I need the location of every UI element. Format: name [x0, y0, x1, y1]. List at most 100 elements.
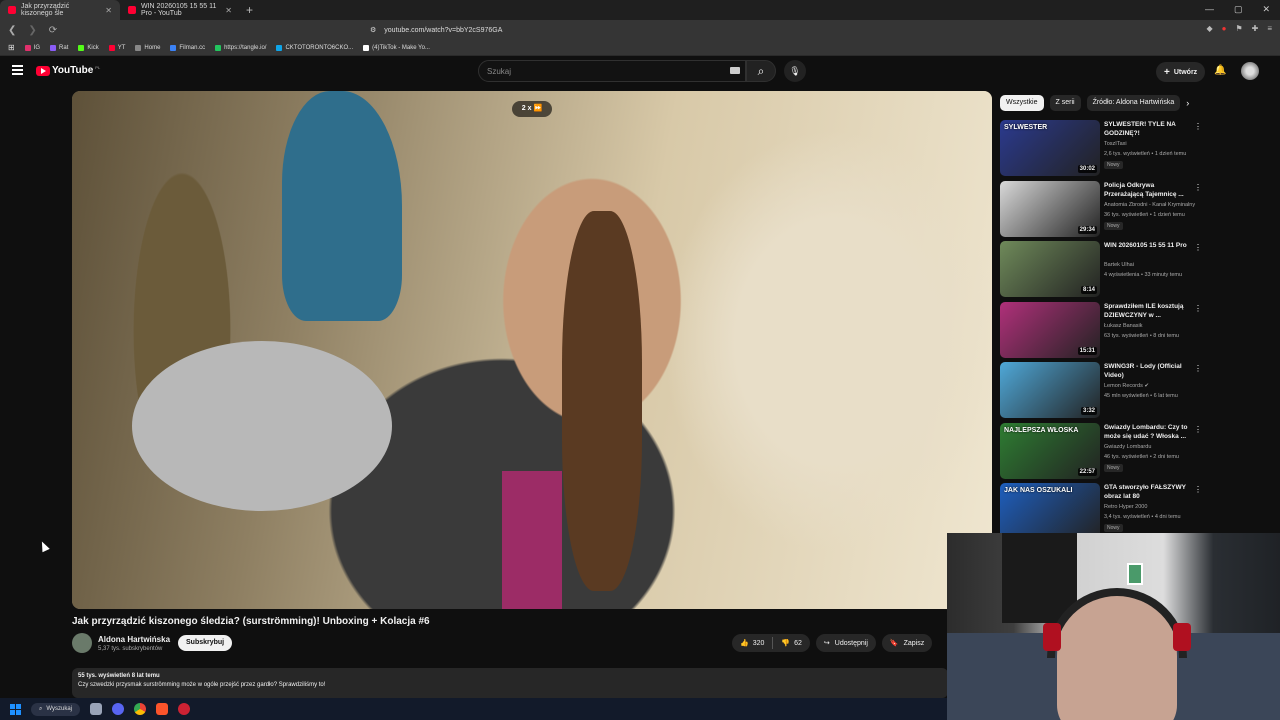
- browser-tab-active[interactable]: Jak przyrządzić kiszonego śle ✕: [0, 0, 120, 20]
- bookmark-item[interactable]: https://tangle.io/: [215, 44, 266, 51]
- close-tab-icon[interactable]: ✕: [105, 6, 112, 15]
- more-options-icon[interactable]: ⋮: [1194, 425, 1202, 434]
- url-field[interactable]: ⚙ youtube.com/watch?v=bbY2cS976GA: [370, 23, 910, 37]
- task-view-icon[interactable]: [90, 703, 102, 715]
- bookmark-item[interactable]: IG: [24, 44, 40, 51]
- apps-grid-icon[interactable]: ⊞: [8, 43, 15, 52]
- save-button[interactable]: 🔖 Zapisz: [881, 634, 933, 652]
- notifications-bell-icon[interactable]: 🔔: [1214, 65, 1226, 76]
- channel-avatar[interactable]: [72, 633, 92, 653]
- recommendation-channel[interactable]: Bartek Ulhai: [1104, 262, 1200, 268]
- more-options-icon[interactable]: ⋮: [1194, 364, 1202, 373]
- discord-icon[interactable]: [112, 703, 124, 715]
- tab-label: Jak przyrządzić kiszonego śle: [21, 3, 70, 17]
- video-player[interactable]: 2 x ⏩: [72, 91, 992, 609]
- account-avatar[interactable]: [1241, 62, 1259, 80]
- recommendation-title[interactable]: WIN 20260105 15 55 11 Pro: [1104, 241, 1192, 250]
- recommendation-item[interactable]: 29:34 Policja Odkrywa Przerażającą Tajem…: [1000, 180, 1205, 238]
- bookmark-item[interactable]: Filman.cc: [170, 44, 205, 51]
- recommendation-thumbnail[interactable]: 15:31: [1000, 301, 1100, 358]
- back-icon[interactable]: ❮: [8, 25, 16, 36]
- recommendation-title[interactable]: GTA stworzyło FAŁSZYWY obraz lat 80: [1104, 483, 1192, 501]
- chrome-icon[interactable]: [134, 703, 146, 715]
- browser-tab[interactable]: WIN 20260105 15 55 11 Pro - YouTub ✕: [120, 0, 240, 20]
- reload-icon[interactable]: ⟳: [49, 25, 57, 36]
- recommendation-thumbnail[interactable]: 29:34: [1000, 180, 1100, 237]
- chip-all[interactable]: Wszystkie: [1000, 95, 1044, 111]
- extension-icon[interactable]: ◆: [1206, 24, 1212, 33]
- recommendation-title[interactable]: Policja Odkrywa Przerażającą Tajemnicę .…: [1104, 181, 1192, 199]
- chip-series[interactable]: Z serii: [1049, 95, 1081, 111]
- youtube-play-icon: [36, 65, 50, 76]
- search-input[interactable]: Szukaj: [478, 60, 746, 82]
- bookmark-item[interactable]: Home: [135, 44, 160, 51]
- minimize-icon[interactable]: —: [1205, 4, 1214, 15]
- recommendation-thumbnail[interactable]: 8:14: [1000, 241, 1100, 297]
- bookmark-item[interactable]: Kick: [78, 44, 99, 51]
- recommendation-item[interactable]: 3:32 SWING3R - Lody (Official Video) Lem…: [1000, 362, 1205, 419]
- create-label: Utwórz: [1173, 68, 1198, 76]
- more-options-icon[interactable]: ⋮: [1194, 243, 1202, 252]
- recommendation-title[interactable]: SWING3R - Lody (Official Video): [1104, 362, 1192, 380]
- description-box[interactable]: 55 tys. wyświetleń 8 lat temu Czy szwedz…: [72, 668, 948, 698]
- recommendation-item[interactable]: NAJLEPSZA WŁOSKA 22:57 Gwiazdy Lombardu:…: [1000, 422, 1205, 480]
- more-options-icon[interactable]: ⋮: [1194, 304, 1202, 313]
- recommendation-item[interactable]: 8:14 WIN 20260105 15 55 11 Pro Bartek Ul…: [1000, 241, 1205, 298]
- recommendation-item[interactable]: SYLWESTER 30:02 SYLWESTER! TYLE NA GODZI…: [1000, 120, 1205, 177]
- taskbar-search[interactable]: ⌕ Wyszukaj: [31, 702, 80, 716]
- hamburger-menu-icon[interactable]: [12, 65, 23, 75]
- search-icon: ⌕: [39, 705, 43, 712]
- menu-icon[interactable]: ≡: [1267, 24, 1272, 33]
- forward-icon[interactable]: ❯: [28, 25, 36, 36]
- recommendation-item[interactable]: 15:31 Sprawdziłem ILE kosztują DZIEWCZYN…: [1000, 301, 1205, 359]
- recommendation-channel[interactable]: Anatomia Zbrodni - Kanał Kryminalny: [1104, 202, 1200, 208]
- recommendation-thumbnail[interactable]: 3:32: [1000, 362, 1100, 418]
- bookmark-item[interactable]: (4)TikTok - Make Yo...: [363, 44, 430, 51]
- recommendation-channel[interactable]: Retro Hyper 2000: [1104, 504, 1200, 510]
- share-button[interactable]: ↪ Udostępnij: [815, 634, 876, 652]
- recommendation-title[interactable]: Sprawdziłem ILE kosztują DZIEWCZYNY w ..…: [1104, 302, 1192, 320]
- video-duration: 29:34: [1077, 225, 1097, 234]
- recommendation-channel[interactable]: Łukasz Banasik: [1104, 323, 1200, 329]
- bookmark-item[interactable]: YT: [108, 44, 125, 51]
- more-options-icon[interactable]: ⋮: [1194, 183, 1202, 192]
- extension-icon[interactable]: ●: [1222, 24, 1227, 33]
- create-button[interactable]: + Utwórz: [1156, 62, 1206, 82]
- chevron-right-icon[interactable]: ›: [1186, 95, 1189, 111]
- recommendation-thumbnail[interactable]: NAJLEPSZA WŁOSKA 22:57: [1000, 422, 1100, 479]
- bookmark-favicon-icon: [276, 44, 283, 51]
- bookmark-item[interactable]: Rat: [50, 44, 68, 51]
- search-button[interactable]: ⌕: [746, 60, 776, 82]
- recommendation-title[interactable]: Gwiazdy Lombardu: Czy to może się udać ?…: [1104, 423, 1192, 441]
- recommendation-item[interactable]: JAK NAS OSZUKALI GTA stworzyło FAŁSZYWY …: [1000, 483, 1205, 540]
- keyboard-icon[interactable]: [730, 67, 740, 74]
- close-window-icon[interactable]: ✕: [1262, 4, 1270, 15]
- new-tab-icon[interactable]: +: [246, 3, 253, 17]
- recommendation-channel[interactable]: Gwiazdy Lombardu: [1104, 444, 1200, 450]
- close-tab-icon[interactable]: ✕: [225, 6, 232, 15]
- recommendation-thumbnail[interactable]: JAK NAS OSZUKALI: [1000, 483, 1100, 539]
- maximize-icon[interactable]: ▢: [1234, 4, 1243, 15]
- channel-name[interactable]: Aldona Hartwińska: [98, 635, 170, 644]
- puzzle-icon[interactable]: ✚: [1252, 24, 1259, 33]
- recommendation-thumbnail[interactable]: SYLWESTER 30:02: [1000, 120, 1100, 176]
- opera-icon[interactable]: [178, 703, 190, 715]
- like-button[interactable]: 👍 320: [732, 634, 772, 652]
- brave-icon[interactable]: [156, 703, 168, 715]
- bookmark-item[interactable]: CKTOTORONTO6CKO...: [276, 44, 353, 51]
- recommendation-title[interactable]: SYLWESTER! TYLE NA GODZINĘ?!: [1104, 120, 1192, 138]
- windows-start-icon[interactable]: [10, 703, 21, 715]
- recommendation-channel[interactable]: Lemon Records ✔: [1104, 383, 1200, 389]
- more-options-icon[interactable]: ⋮: [1194, 122, 1202, 131]
- voice-search-button[interactable]: 🎙: [784, 60, 806, 82]
- more-options-icon[interactable]: ⋮: [1194, 485, 1202, 494]
- extension-icon[interactable]: ⚑: [1235, 24, 1242, 33]
- subscribe-button[interactable]: Subskrybuj: [178, 635, 233, 651]
- new-badge: Nowy: [1104, 524, 1123, 532]
- site-info-icon[interactable]: ⚙: [370, 26, 376, 34]
- video-actions: 👍 320 👎 62 ↪ Udostępnij 🔖 Zapisz: [732, 634, 933, 652]
- chip-source[interactable]: Źródło: Aldona Hartwińska: [1086, 95, 1181, 111]
- youtube-logo[interactable]: YouTube PL: [36, 65, 100, 76]
- recommendation-channel[interactable]: ToszITaxi: [1104, 141, 1200, 147]
- dislike-button[interactable]: 👎 62: [773, 634, 810, 652]
